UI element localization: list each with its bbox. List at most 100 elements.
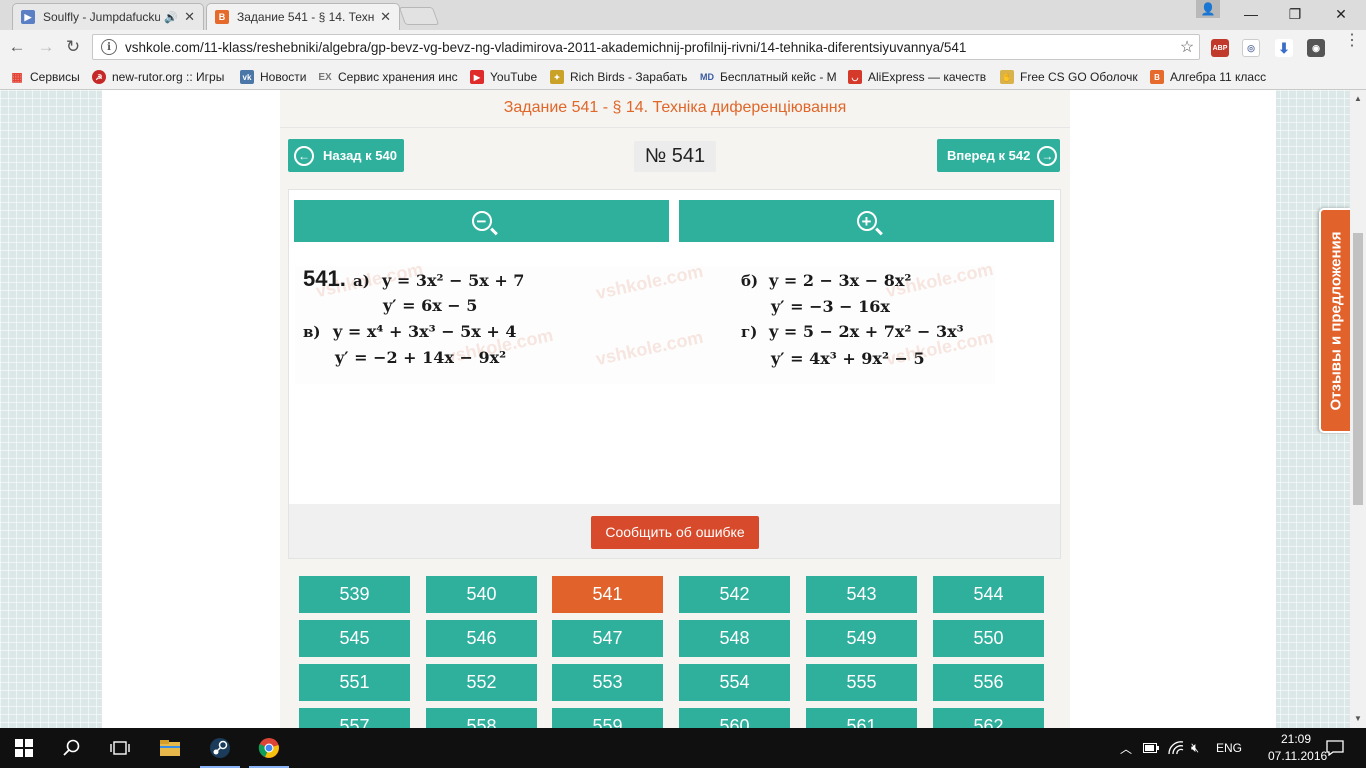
task-link-542[interactable]: 542 bbox=[679, 576, 790, 613]
bookmark-rutor[interactable]: ☭ new-rutor.org :: Игры bbox=[92, 68, 232, 86]
show-hidden-icons[interactable]: ︿ bbox=[1120, 728, 1132, 768]
task-link-561[interactable]: 561 bbox=[806, 708, 917, 728]
page-scrollbar[interactable]: ▲ ▼ bbox=[1350, 90, 1366, 728]
bookmark-services[interactable]: ▦ Сервисы bbox=[10, 68, 79, 86]
task-link-552[interactable]: 552 bbox=[426, 664, 537, 701]
tab-task-541[interactable]: B Задание 541 - § 14. Техн ✕ bbox=[206, 3, 400, 30]
vk-icon: vk bbox=[240, 70, 254, 84]
scrollbar-thumb[interactable] bbox=[1353, 233, 1363, 505]
zoom-out-button[interactable]: − bbox=[294, 200, 669, 242]
wifi-icon[interactable] bbox=[1168, 728, 1184, 768]
task-link-562[interactable]: 562 bbox=[933, 708, 1044, 728]
search-icon[interactable] bbox=[48, 728, 96, 768]
new-tab-button[interactable] bbox=[398, 7, 440, 25]
bookmark-youtube[interactable]: ▶ YouTube bbox=[470, 68, 537, 86]
next-task-button[interactable]: Вперед к 542 → bbox=[937, 139, 1060, 172]
md-icon: MD bbox=[700, 72, 714, 82]
bookmark-news[interactable]: vk Новости bbox=[240, 68, 306, 86]
task-link-551[interactable]: 551 bbox=[299, 664, 410, 701]
report-error-button[interactable]: Сообщить об ошибке bbox=[591, 516, 759, 549]
csgo-icon: ✋ bbox=[1000, 70, 1014, 84]
address-bar[interactable]: i vshkole.com/11-klass/reshebniki/algebr… bbox=[92, 34, 1200, 60]
task-link-543[interactable]: 543 bbox=[806, 576, 917, 613]
watermark: vshkole.com bbox=[594, 326, 705, 370]
close-icon[interactable]: ✕ bbox=[184, 9, 195, 25]
chevron-up-icon[interactable]: ︿ bbox=[1120, 740, 1132, 757]
task-link-544[interactable]: 544 bbox=[933, 576, 1044, 613]
task-link-559[interactable]: 559 bbox=[552, 708, 663, 728]
bookmark-label: Free CS GO Оболочк bbox=[1020, 70, 1138, 84]
clock-date: 07.11.2016 bbox=[1268, 749, 1328, 763]
task-link-547[interactable]: 547 bbox=[552, 620, 663, 657]
part-g-function: y = 5 − 2x + 7x² − 3x³ bbox=[769, 322, 964, 341]
bookmark-algebra[interactable]: B Алгебра 11 класс bbox=[1150, 68, 1266, 86]
url-text[interactable]: vshkole.com/11-klass/reshebniki/algebra/… bbox=[125, 40, 1175, 55]
task-link-540[interactable]: 540 bbox=[426, 576, 537, 613]
next-label: Вперед к 542 bbox=[947, 148, 1031, 163]
bookmark-aliexpress[interactable]: ◡ AliExpress — качеств bbox=[848, 68, 988, 86]
task-view-icon[interactable] bbox=[96, 728, 144, 768]
person-icon[interactable]: 👤 bbox=[1196, 0, 1220, 18]
task-link-546[interactable]: 546 bbox=[426, 620, 537, 657]
task-link-558[interactable]: 558 bbox=[426, 708, 537, 728]
volume-muted-icon[interactable]: 🔇︎ bbox=[1191, 728, 1199, 768]
audio-icon[interactable]: 🔊 bbox=[164, 11, 178, 24]
chrome-icon[interactable] bbox=[245, 728, 293, 768]
zoom-in-button[interactable]: + bbox=[679, 200, 1054, 242]
task-link-550[interactable]: 550 bbox=[933, 620, 1044, 657]
bookmark-star-icon[interactable]: ☆ bbox=[1175, 37, 1199, 57]
extension-icon[interactable]: ◎ bbox=[1242, 39, 1260, 57]
maximize-button[interactable]: ❐ bbox=[1272, 0, 1318, 28]
task-link-539[interactable]: 539 bbox=[299, 576, 410, 613]
task-link-553[interactable]: 553 bbox=[552, 664, 663, 701]
language-indicator[interactable]: ENG bbox=[1216, 728, 1242, 768]
task-link-555[interactable]: 555 bbox=[806, 664, 917, 701]
task-link-548[interactable]: 548 bbox=[679, 620, 790, 657]
bookmark-csgo[interactable]: ✋ Free CS GO Оболочк bbox=[1000, 68, 1138, 86]
reload-icon[interactable]: ↻ bbox=[62, 36, 84, 58]
tab-soulfly[interactable]: ▶ Soulfly - Jumpdafuckup 🔊 ✕ bbox=[12, 3, 204, 30]
bookmark-richbirds[interactable]: ✦ Rich Birds - Зарабать bbox=[550, 68, 688, 86]
menu-icon[interactable]: ⋮ bbox=[1344, 33, 1360, 49]
zoom-out-icon: − bbox=[471, 211, 492, 231]
battery-icon[interactable] bbox=[1143, 728, 1159, 768]
task-link-554[interactable]: 554 bbox=[679, 664, 790, 701]
file-explorer-icon[interactable] bbox=[146, 728, 194, 768]
minimize-button[interactable]: — bbox=[1228, 0, 1274, 28]
forward-icon[interactable]: → bbox=[35, 36, 57, 58]
back-icon[interactable]: ← bbox=[6, 36, 28, 58]
notifications-icon[interactable] bbox=[1326, 728, 1344, 768]
task-link-545[interactable]: 545 bbox=[299, 620, 410, 657]
download-icon[interactable]: ⬇ bbox=[1275, 39, 1293, 57]
task-number-badge: № 541 bbox=[634, 141, 716, 172]
site-favicon-icon: B bbox=[215, 10, 229, 24]
part-v-function: y = x⁴ + 3x³ − 5x + 4 bbox=[333, 322, 517, 341]
bookmark-label: AliExpress — качеств bbox=[868, 70, 987, 84]
system-clock[interactable]: 21:09 07.11.2016 bbox=[1268, 731, 1328, 765]
bookmark-storage[interactable]: EX Сервис хранения инс bbox=[318, 68, 460, 86]
scroll-down-icon[interactable]: ▼ bbox=[1354, 714, 1362, 723]
feedback-tab[interactable]: Отзывы и предложения bbox=[1319, 208, 1350, 433]
part-v-label: в) bbox=[303, 323, 321, 341]
zoom-in-icon: + bbox=[856, 211, 877, 231]
task-link-556[interactable]: 556 bbox=[933, 664, 1044, 701]
close-button[interactable]: ✕ bbox=[1318, 0, 1364, 28]
tab-strip: ▶ Soulfly - Jumpdafuckup 🔊 ✕ B Задание 5… bbox=[0, 0, 1366, 30]
task-link-560[interactable]: 560 bbox=[679, 708, 790, 728]
shield-icon[interactable]: ◉ bbox=[1307, 39, 1325, 57]
bookmark-label: Алгебра 11 класс bbox=[1170, 70, 1267, 84]
bookmark-label: new-rutor.org :: Игры bbox=[112, 70, 225, 84]
info-icon[interactable]: i bbox=[101, 39, 117, 55]
close-icon[interactable]: ✕ bbox=[380, 9, 391, 25]
task-link-557[interactable]: 557 bbox=[299, 708, 410, 728]
scroll-up-icon[interactable]: ▲ bbox=[1354, 94, 1362, 103]
bookmark-free-case[interactable]: MD Бесплатный кейс - М bbox=[700, 68, 838, 86]
start-icon[interactable] bbox=[0, 728, 48, 768]
task-link-549[interactable]: 549 bbox=[806, 620, 917, 657]
clock-time: 21:09 bbox=[1280, 732, 1312, 746]
task-link-541[interactable]: 541 bbox=[552, 576, 663, 613]
prev-task-button[interactable]: ← Назад к 540 bbox=[288, 139, 404, 172]
bookmark-label: Rich Birds - Зарабать bbox=[570, 70, 688, 84]
steam-icon[interactable] bbox=[196, 728, 244, 768]
adblock-icon[interactable]: ABP bbox=[1211, 39, 1229, 57]
